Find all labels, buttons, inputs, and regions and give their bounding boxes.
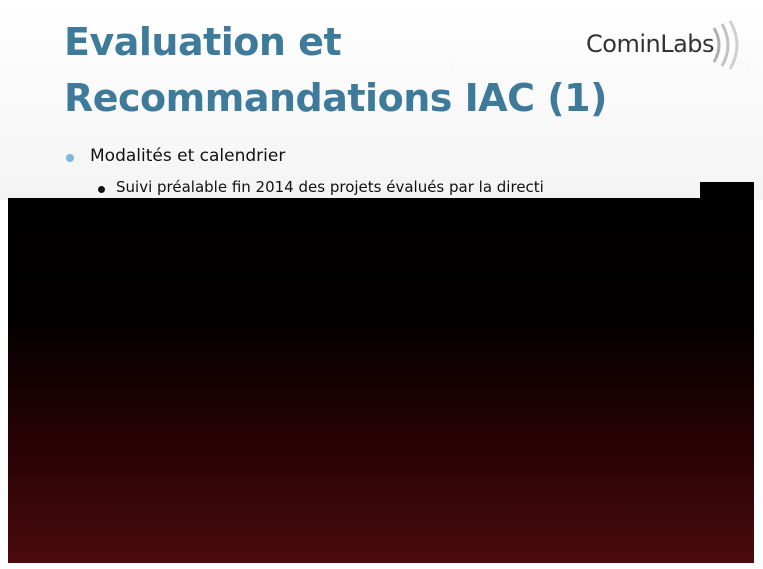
sub-bullet-dot-icon: [98, 186, 105, 193]
logo-arcs-icon: [712, 20, 739, 70]
title-line-2: Recommandations IAC (1): [64, 76, 607, 120]
logo-text: CominLabs: [586, 30, 715, 58]
title-line-1: Evaluation et: [64, 20, 342, 64]
redacted-content-area: [8, 198, 754, 563]
slide-title: Evaluation et Recommandations IAC (1): [64, 14, 607, 126]
sub-bullet-text: Suivi préalable fin 2014 des projets éva…: [116, 178, 544, 196]
cominlabs-logo: CominLabs: [582, 18, 752, 72]
bullet-text: Modalités et calendrier: [90, 146, 286, 166]
bullet-dot-icon: [66, 154, 74, 162]
